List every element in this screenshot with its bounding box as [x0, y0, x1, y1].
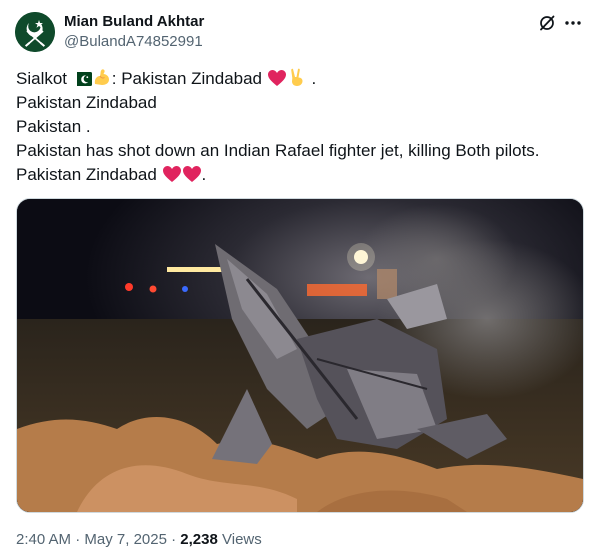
- meta-separator: ·: [71, 531, 85, 548]
- pakistan-army-emblem-icon: [15, 12, 55, 52]
- tweet-date[interactable]: May 7, 2025: [84, 531, 167, 548]
- author-handle[interactable]: @BulandA74852991: [64, 33, 203, 51]
- tweet-meta: 2:40 AM · May 7, 2025 · 2,238 Views: [16, 530, 262, 550]
- red-heart-emoji-icon: [162, 165, 182, 183]
- red-heart-emoji-icon: [267, 69, 287, 87]
- crash-wreckage-photo-icon: [17, 199, 583, 512]
- tweet-text-segment: Pakistan Zindabad: [16, 165, 162, 184]
- tweet-line-4: Pakistan has shot down an Indian Rafael …: [16, 141, 540, 160]
- tweet-text-segment: : Pakistan Zindabad: [111, 69, 267, 88]
- tweet-time[interactable]: 2:40 AM: [16, 531, 71, 548]
- more-options-icon[interactable]: [563, 13, 583, 33]
- tweet-text-segment: .: [201, 165, 207, 184]
- tweet-text: Sialkot : Pakistan Zindabad . Pakistan Z…: [16, 67, 581, 187]
- views-label: Views: [217, 531, 262, 548]
- grok-icon[interactable]: [537, 13, 557, 33]
- views-count: 2,238: [180, 531, 218, 548]
- victory-hand-emoji-icon: [287, 67, 307, 87]
- author-avatar[interactable]: [15, 12, 55, 52]
- flexed-biceps-emoji-icon: [92, 67, 112, 87]
- author-name[interactable]: Mian Buland Akhtar: [64, 13, 204, 31]
- tweet-line-1: Sialkot : Pakistan Zindabad .: [16, 67, 581, 91]
- tweet-text-segment: .: [306, 69, 317, 88]
- tweet-media-photo[interactable]: [16, 198, 584, 513]
- tweet-line-2: Pakistan Zindabad: [16, 93, 157, 112]
- pakistan-flag-emoji-icon: [71, 71, 92, 87]
- tweet-line-5: Pakistan Zindabad .: [16, 163, 581, 187]
- red-heart-emoji-icon: [182, 165, 202, 183]
- meta-separator: ·: [166, 531, 181, 548]
- tweet-card: Mian Buland Akhtar @BulandA74852991 Sial…: [0, 0, 598, 557]
- tweet-line-3: Pakistan .: [16, 117, 91, 136]
- tweet-text-segment: Sialkot: [16, 69, 72, 88]
